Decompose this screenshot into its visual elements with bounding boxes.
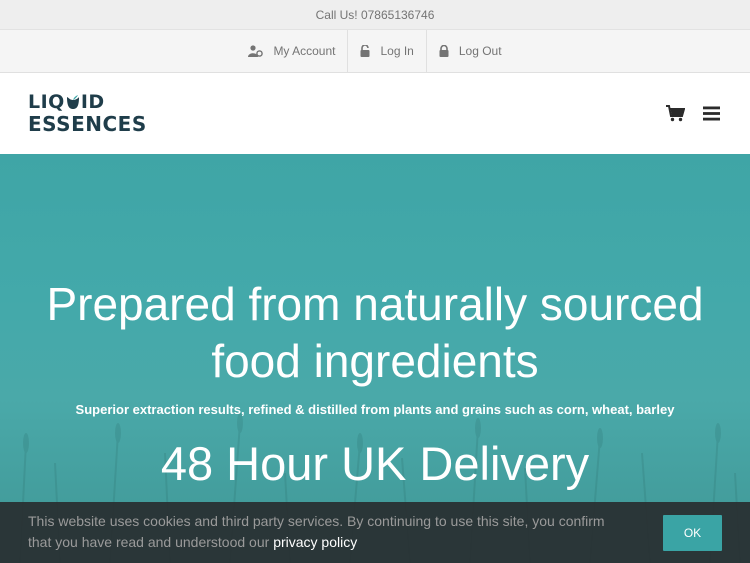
menu-icon[interactable] — [703, 106, 720, 121]
top-bar: Call Us! 07865136746 — [0, 0, 750, 30]
site-header: LIQ ID ESSENCES — [0, 73, 750, 153]
user-gear-icon — [248, 45, 264, 57]
my-account-link[interactable]: My Account — [236, 30, 349, 72]
call-us-text: Call Us! 07865136746 — [315, 7, 435, 22]
cookie-ok-button[interactable]: OK — [663, 515, 722, 551]
log-out-link[interactable]: Log Out — [427, 30, 514, 72]
log-out-label: Log Out — [458, 44, 502, 58]
water-drop-logo-icon — [66, 95, 79, 109]
lock-icon — [439, 45, 449, 57]
cookie-text: This website uses cookies and third part… — [28, 513, 605, 550]
log-in-link[interactable]: Log In — [348, 30, 427, 72]
hero-title: Prepared from naturally sourced food ing… — [46, 278, 704, 387]
my-account-label: My Account — [273, 44, 336, 58]
cart-icon[interactable] — [666, 104, 685, 122]
site-logo[interactable]: LIQ ID ESSENCES — [28, 92, 147, 134]
privacy-policy-link[interactable]: privacy policy — [273, 534, 357, 550]
hero-subtitle: Superior extraction results, refined & d… — [75, 402, 675, 417]
log-in-label: Log In — [380, 44, 414, 58]
cookie-banner: This website uses cookies and third part… — [0, 502, 750, 563]
account-nav: My Account Log In Log Out — [0, 30, 750, 73]
unlock-icon — [360, 45, 370, 57]
hero-delivery-heading: 48 Hour UK Delivery — [160, 437, 590, 490]
